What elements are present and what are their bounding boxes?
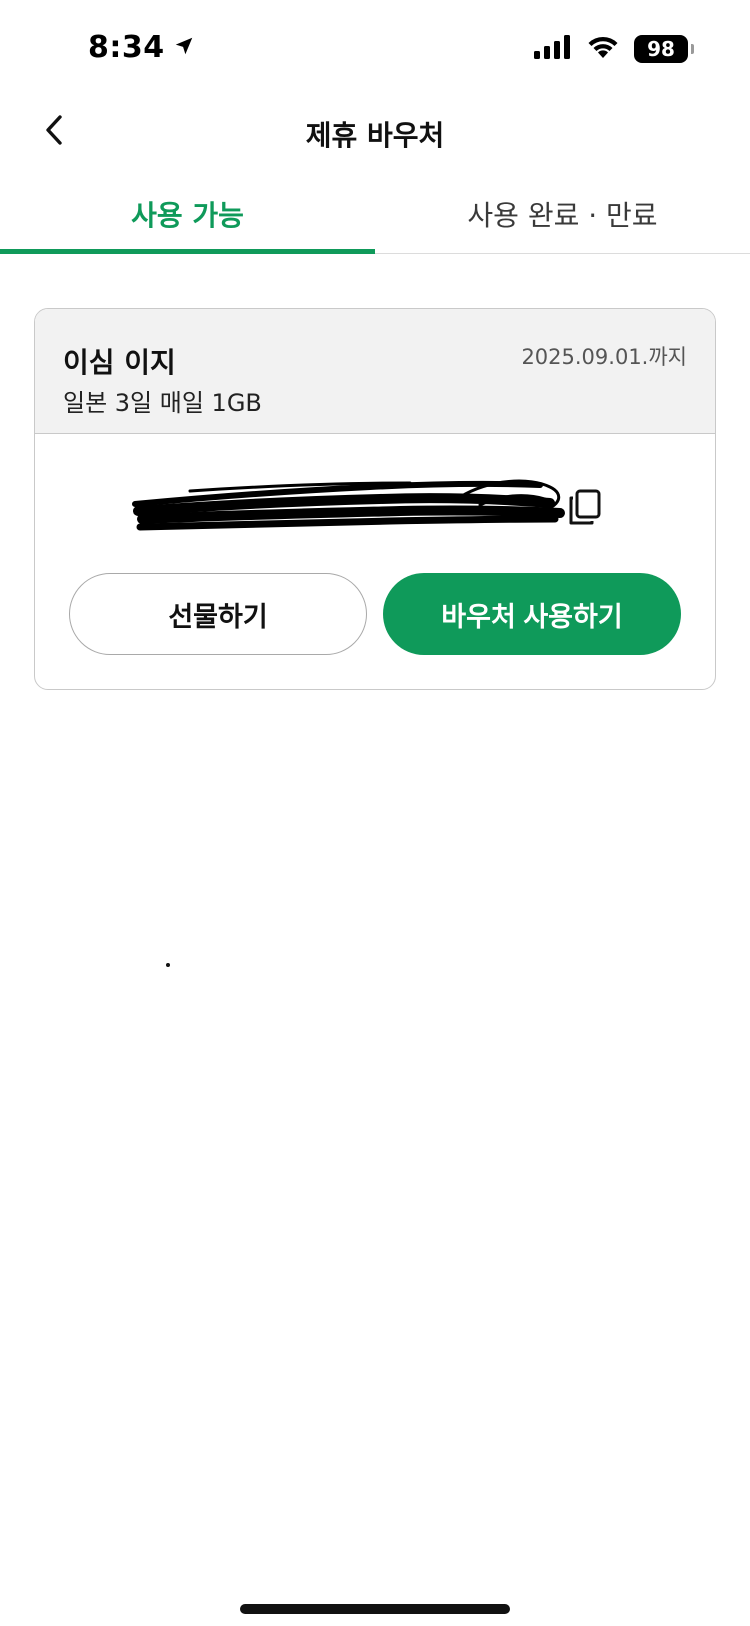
cellular-signal-icon [534,35,572,63]
status-icons: 98 [534,34,694,64]
voucher-name: 이심 이지 [63,346,176,379]
tab-available-label: 사용 가능 [131,199,244,232]
voucher-expiry: 2025.09.01.까지 [521,345,687,369]
tab-used-expired-label: 사용 완료 · 만료 [467,199,658,232]
copy-code-button[interactable] [565,487,605,527]
tab-available[interactable]: 사용 가능 [0,180,375,254]
tab-used-expired[interactable]: 사용 완료 · 만료 [375,180,750,254]
wifi-icon [586,34,620,64]
tab-active-indicator [0,249,375,254]
time-text: 8:34 [88,30,165,65]
voucher-card: 이심 이지 일본 3일 매일 1GB 2025.09.01.까지 선물하기 바우… [34,308,716,690]
location-arrow-icon [173,30,195,65]
gift-button[interactable]: 선물하기 [69,573,367,655]
home-indicator[interactable] [240,1604,510,1614]
voucher-screen: 8:34 98 제휴 바우처 사용 가능 사용 완료 · 만료 이심 이지 일본… [0,0,750,1626]
status-time: 8:34 [88,30,195,65]
voucher-code-row [35,469,715,539]
voucher-code-redacted [132,479,565,531]
voucher-description: 일본 3일 매일 1GB [63,389,262,417]
page-title: 제휴 바우처 [305,119,445,152]
voucher-card-header: 이심 이지 일본 3일 매일 1GB 2025.09.01.까지 [35,309,715,434]
use-voucher-button[interactable]: 바우처 사용하기 [383,573,681,655]
header: 제휴 바우처 [0,100,750,164]
tab-bar: 사용 가능 사용 완료 · 만료 [0,180,750,254]
battery-level: 98 [647,37,675,61]
stray-dot [166,963,170,967]
copy-icon [565,489,605,531]
status-bar: 8:34 98 [0,0,750,100]
battery-icon: 98 [634,35,694,63]
